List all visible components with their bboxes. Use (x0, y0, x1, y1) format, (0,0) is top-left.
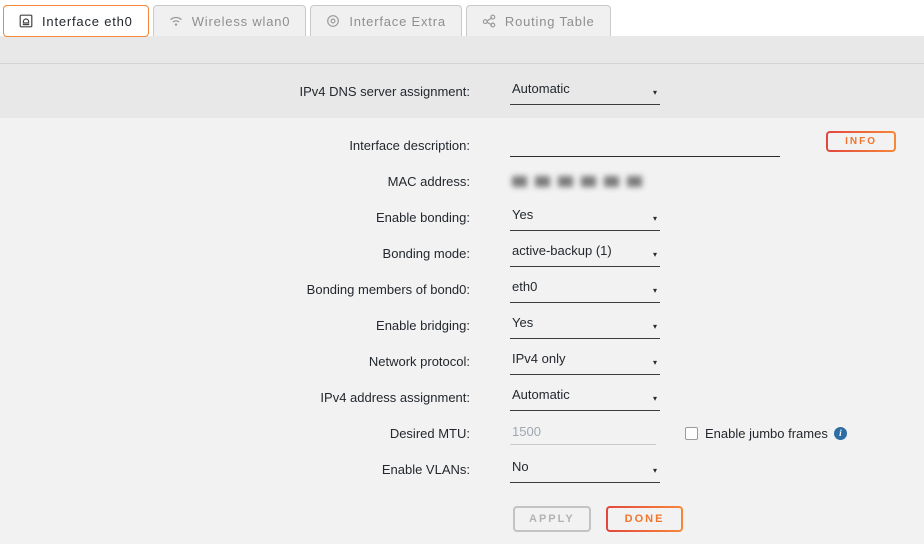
tab-bar: Interface eth0 Wireless wlan0 Interface Ex… (0, 0, 924, 36)
network-interface-config-page: Interface eth0 Wireless wlan0 Interface Ex… (0, 0, 924, 544)
form-row-mac-address: MAC address: (0, 163, 924, 199)
info-button[interactable]: INFO (826, 131, 896, 152)
field-area-mac-address (510, 176, 644, 187)
selected-value: eth0 (512, 279, 537, 294)
form-row-enable-vlans: Enable VLANs: No ▾ (0, 451, 924, 487)
form-row-desired-mtu: Desired MTU: Enable jumbo frames i (0, 415, 924, 451)
field-label-enable-bridging: Enable bridging: (0, 318, 470, 333)
chevron-down-icon: ▾ (653, 250, 657, 259)
chevron-down-icon: ▾ (653, 214, 657, 223)
chevron-down-icon: ▾ (653, 394, 657, 403)
enable-jumbo-frames-checkbox-group: Enable jumbo frames i (685, 426, 847, 441)
mac-address-redacted-value (512, 176, 644, 187)
field-area-ipv4-dns-server-assignment: Automatic ▾ (510, 78, 660, 105)
field-area-interface-description (510, 134, 780, 157)
form-row-enable-bridging: Enable bridging: Yes ▾ (0, 307, 924, 343)
field-area-enable-bonding: Yes ▾ (510, 204, 660, 231)
enable-vlans-select[interactable]: No ▾ (510, 456, 660, 483)
chevron-down-icon: ▾ (653, 322, 657, 331)
tab-interface-extra[interactable]: Interface Extra (310, 5, 462, 36)
ipv4-address-assignment-select[interactable]: Automatic ▾ (510, 384, 660, 411)
field-area-enable-bridging: Yes ▾ (510, 312, 660, 339)
chevron-down-icon: ▾ (653, 286, 657, 295)
ethernet-icon (19, 14, 33, 28)
tab-label: Interface Extra (349, 14, 446, 29)
interface-description-input[interactable] (510, 134, 780, 157)
enable-jumbo-frames-checkbox[interactable] (685, 427, 698, 440)
tab-label: Interface eth0 (42, 14, 133, 29)
form-actions: APPLY DONE (513, 506, 924, 532)
field-area-ipv4-address-assignment: Automatic ▾ (510, 384, 660, 411)
selected-value: Automatic (512, 81, 570, 96)
form-row-ipv4-dns-server-assignment: IPv4 DNS server assignment: Automatic ▾ (0, 78, 924, 105)
field-area-desired-mtu: Enable jumbo frames i (510, 422, 847, 445)
enable-bridging-select[interactable]: Yes ▾ (510, 312, 660, 339)
chevron-down-icon: ▾ (653, 358, 657, 367)
field-label-desired-mtu: Desired MTU: (0, 426, 470, 441)
field-label-bonding-members-of-bond0: Bonding members of bond0: (0, 282, 470, 297)
done-button[interactable]: DONE (606, 506, 684, 532)
form-row-interface-description: Interface description: INFO (0, 127, 924, 163)
selected-value: active-backup (1) (512, 243, 612, 258)
form-body: Interface description: INFO MAC address: En… (0, 118, 924, 532)
wifi-icon (169, 14, 183, 28)
tab-wireless-wlan0[interactable]: Wireless wlan0 (153, 5, 307, 36)
dns-section: IPv4 DNS server assignment: Automatic ▾ (0, 64, 924, 118)
form-row-enable-bonding: Enable bonding: Yes ▾ (0, 199, 924, 235)
selected-value: Yes (512, 315, 533, 330)
form-row-ipv4-address-assignment: IPv4 address assignment: Automatic ▾ (0, 379, 924, 415)
field-area-bonding-members-of-bond0: eth0 ▾ (510, 276, 660, 303)
form-row-network-protocol: Network protocol: IPv4 only ▾ (0, 343, 924, 379)
tab-label: Wireless wlan0 (192, 14, 291, 29)
tab-label: Routing Table (505, 14, 595, 29)
field-label-bonding-mode: Bonding mode: (0, 246, 470, 261)
field-label-network-protocol: Network protocol: (0, 354, 470, 369)
ipv4-dns-server-assignment-select[interactable]: Automatic ▾ (510, 78, 660, 105)
enable-bonding-select[interactable]: Yes ▾ (510, 204, 660, 231)
desired-mtu-input[interactable] (510, 422, 656, 445)
field-label-ipv4-dns-server-assignment: IPv4 DNS server assignment: (0, 84, 470, 99)
info-circle-icon[interactable]: i (834, 427, 847, 440)
done-button-label: DONE (608, 508, 682, 530)
selected-value: IPv4 only (512, 351, 565, 366)
field-area-enable-vlans: No ▾ (510, 456, 660, 483)
field-label-enable-vlans: Enable VLANs: (0, 462, 470, 477)
chevron-down-icon: ▾ (653, 466, 657, 475)
info-button-label: INFO (828, 133, 894, 150)
target-icon (326, 14, 340, 28)
field-label-ipv4-address-assignment: IPv4 address assignment: (0, 390, 470, 405)
selected-value: Yes (512, 207, 533, 222)
apply-button[interactable]: APPLY (513, 506, 591, 532)
form-header-band (0, 36, 924, 64)
bonding-mode-select[interactable]: active-backup (1) ▾ (510, 240, 660, 267)
tab-interface-eth0[interactable]: Interface eth0 (3, 5, 149, 37)
selected-value: No (512, 459, 529, 474)
tab-routing-table[interactable]: Routing Table (466, 5, 611, 36)
network-protocol-select[interactable]: IPv4 only ▾ (510, 348, 660, 375)
field-label-mac-address: MAC address: (0, 174, 470, 189)
bonding-members-of-bond0-select[interactable]: eth0 ▾ (510, 276, 660, 303)
field-label-enable-bonding: Enable bonding: (0, 210, 470, 225)
enable-jumbo-frames-label: Enable jumbo frames (705, 426, 828, 441)
field-area-bonding-mode: active-backup (1) ▾ (510, 240, 660, 267)
field-area-network-protocol: IPv4 only ▾ (510, 348, 660, 375)
form-row-bonding-members-of-bond0: Bonding members of bond0: eth0 ▾ (0, 271, 924, 307)
chevron-down-icon: ▾ (653, 88, 657, 97)
selected-value: Automatic (512, 387, 570, 402)
field-label-interface-description: Interface description: (0, 138, 470, 153)
share-nodes-icon (482, 14, 496, 28)
form-row-bonding-mode: Bonding mode: active-backup (1) ▾ (0, 235, 924, 271)
form-rows: Interface description: INFO MAC address: En… (0, 127, 924, 487)
